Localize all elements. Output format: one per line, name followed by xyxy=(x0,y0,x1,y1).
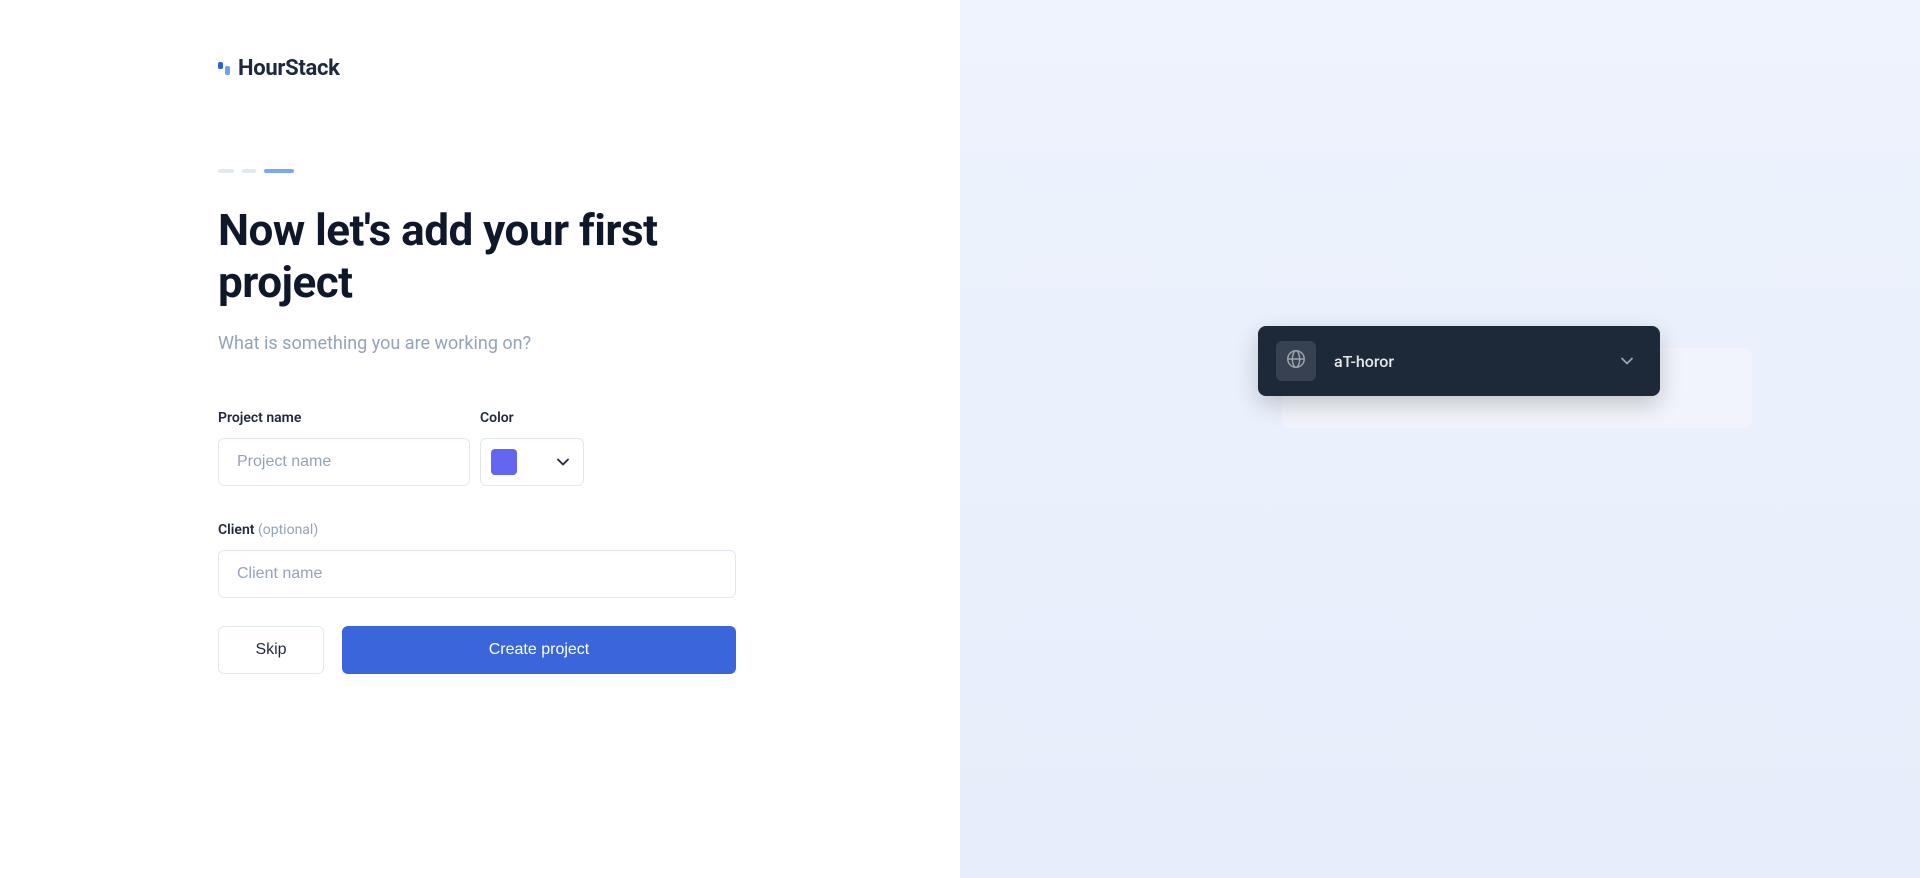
progress-indicator xyxy=(218,169,738,173)
chevron-down-icon xyxy=(1618,352,1636,370)
logo-icon xyxy=(218,60,232,78)
client-optional-text: (optional) xyxy=(258,522,318,538)
progress-step-1 xyxy=(218,169,234,173)
logo: HourStack xyxy=(218,56,738,81)
color-group: Color xyxy=(480,410,584,486)
globe-icon xyxy=(1285,348,1307,374)
left-panel: HourStack Now let's add your first proje… xyxy=(0,0,960,878)
color-swatch xyxy=(491,449,517,475)
chevron-down-icon xyxy=(557,456,569,468)
color-label: Color xyxy=(480,410,584,426)
content-wrapper: HourStack Now let's add your first proje… xyxy=(218,56,738,674)
skip-button[interactable]: Skip xyxy=(218,626,324,674)
preview-title: aT-horor xyxy=(1334,352,1618,371)
color-picker[interactable] xyxy=(480,438,584,486)
project-name-group: Project name xyxy=(218,410,470,486)
progress-step-3 xyxy=(264,169,294,173)
client-label: Client (optional) xyxy=(218,522,738,538)
project-name-label: Project name xyxy=(218,410,470,426)
logo-text: HourStack xyxy=(238,56,340,81)
client-name-input[interactable] xyxy=(218,550,736,598)
preview-card: aT-horor xyxy=(1258,326,1660,396)
progress-step-2 xyxy=(242,169,256,173)
client-label-text: Client xyxy=(218,522,254,538)
button-row: Skip Create project xyxy=(218,626,738,674)
preview-icon-box xyxy=(1276,341,1316,381)
client-group: Client (optional) xyxy=(218,522,738,598)
create-project-button[interactable]: Create project xyxy=(342,626,736,674)
page-heading: Now let's add your first project xyxy=(218,205,738,309)
right-panel: aT-horor xyxy=(960,0,1920,878)
page-subheading: What is something you are working on? xyxy=(218,333,738,354)
form-row-project-color: Project name Color xyxy=(218,410,738,486)
project-name-input[interactable] xyxy=(218,438,470,486)
